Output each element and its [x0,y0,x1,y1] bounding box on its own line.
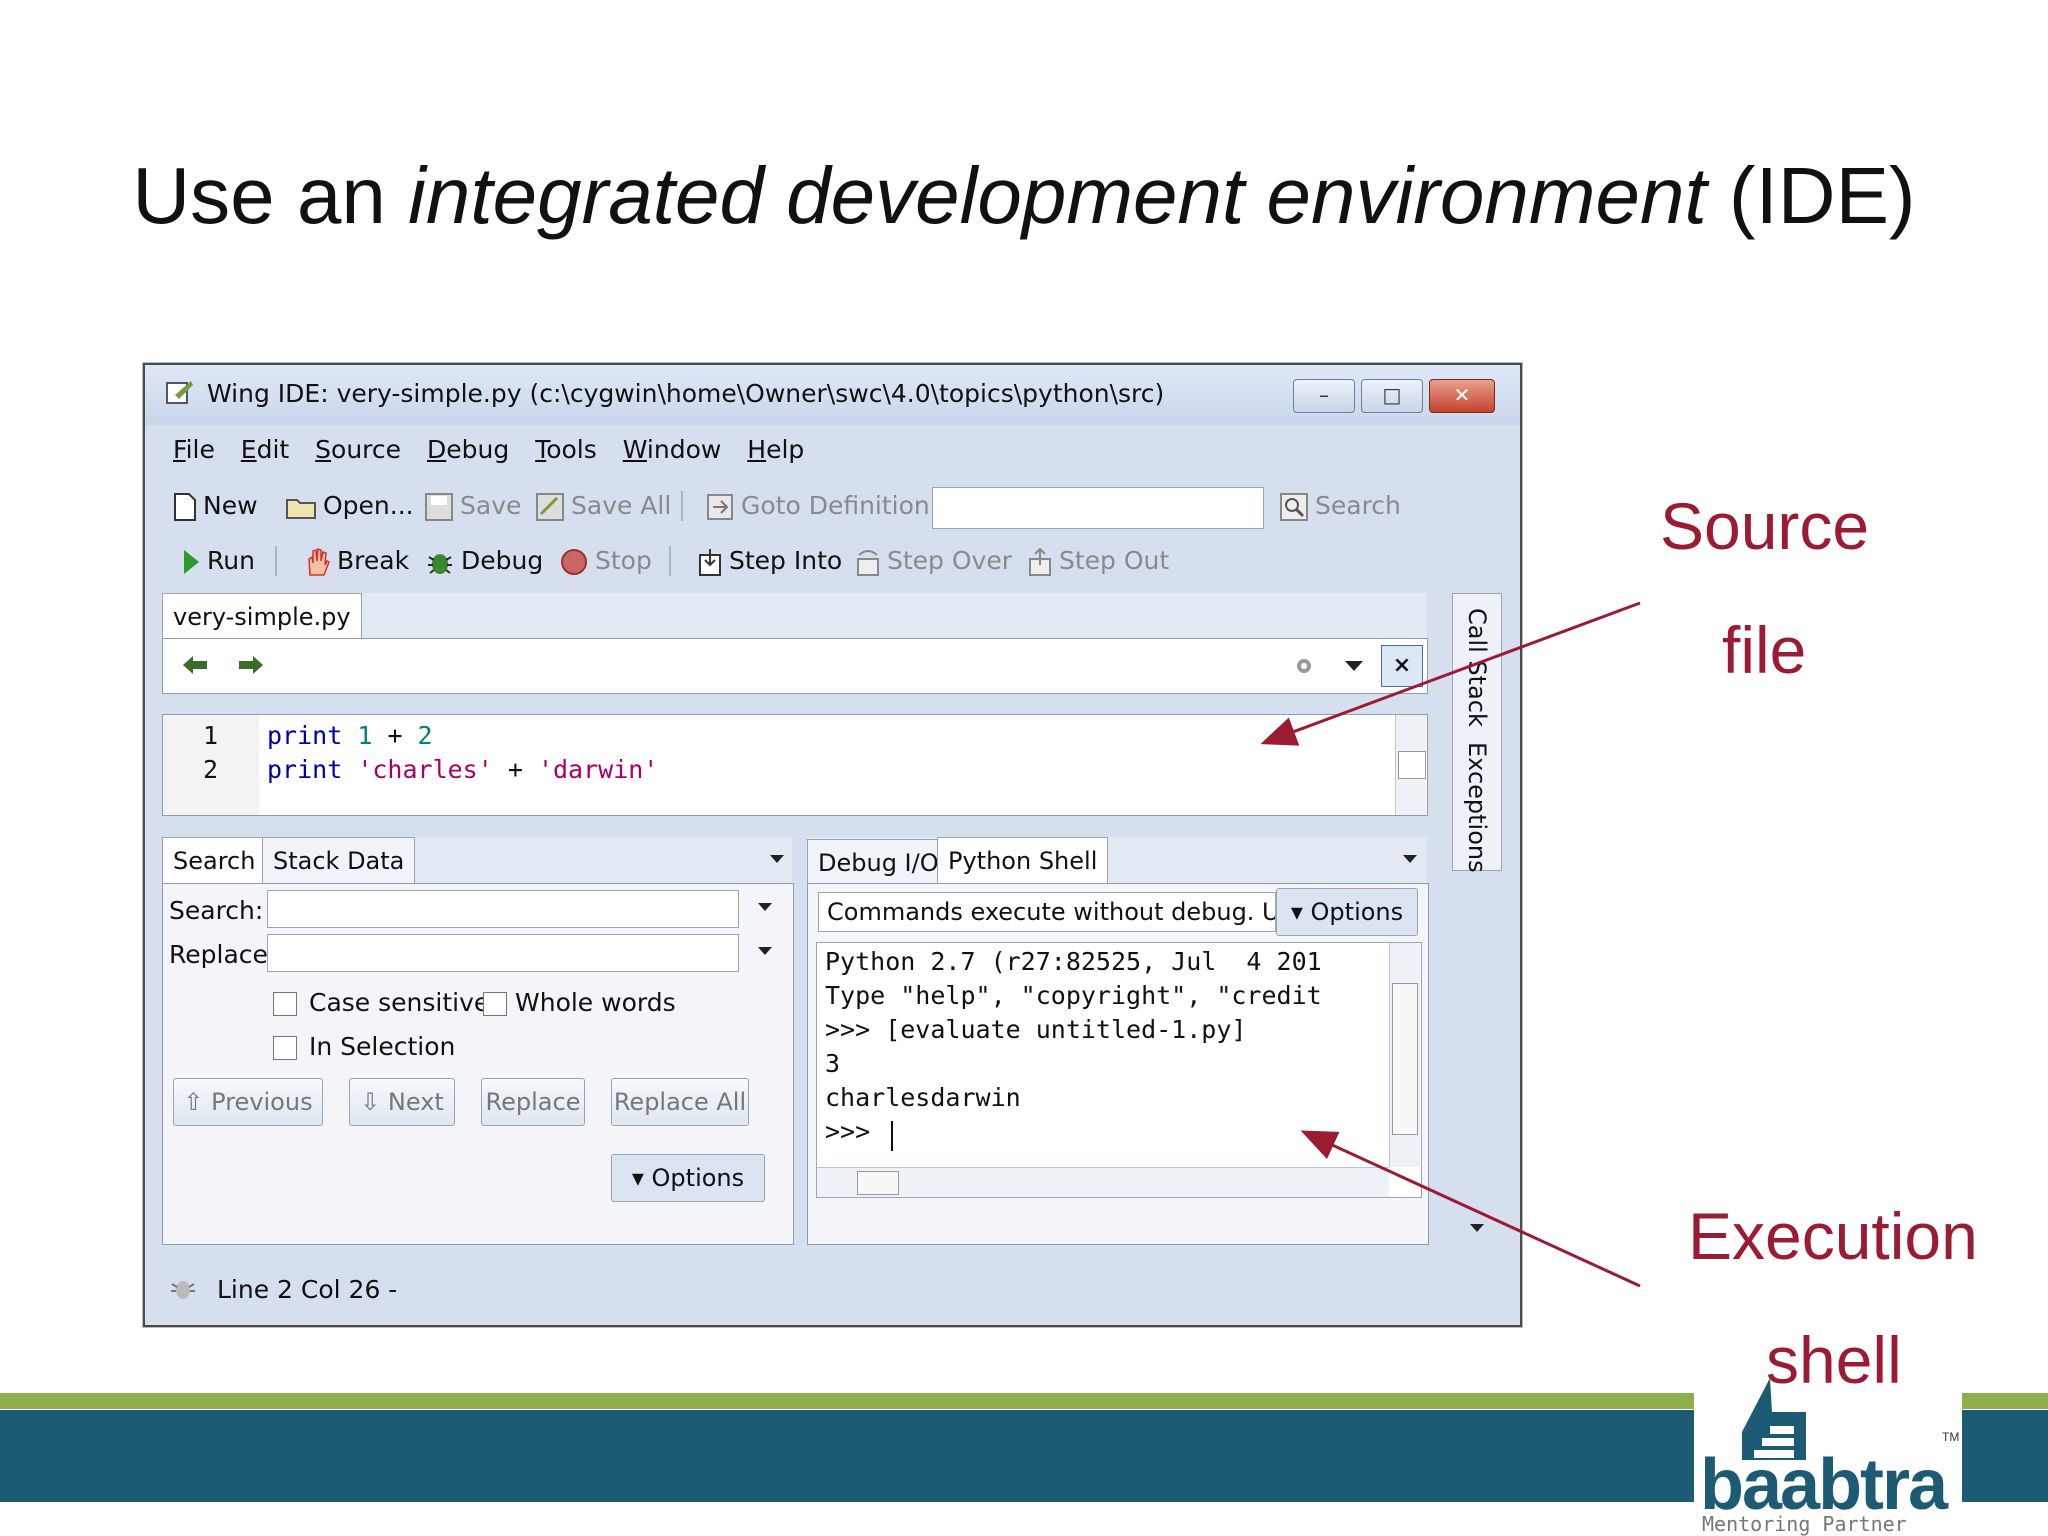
source-file-arrow [1260,601,1641,746]
callout-shell: shell [1766,1323,1902,1397]
callout-execution: Execution [1688,1199,1978,1273]
callout-arrows [1260,601,1641,1288]
logo-tagline: Mentoring Partner [1702,1512,1907,1536]
callout-source: Source [1660,489,1870,563]
callout-file: file [1722,613,1807,687]
execution-shell-arrow [1300,1130,1641,1288]
logo-trademark: TM [1942,1430,1960,1444]
